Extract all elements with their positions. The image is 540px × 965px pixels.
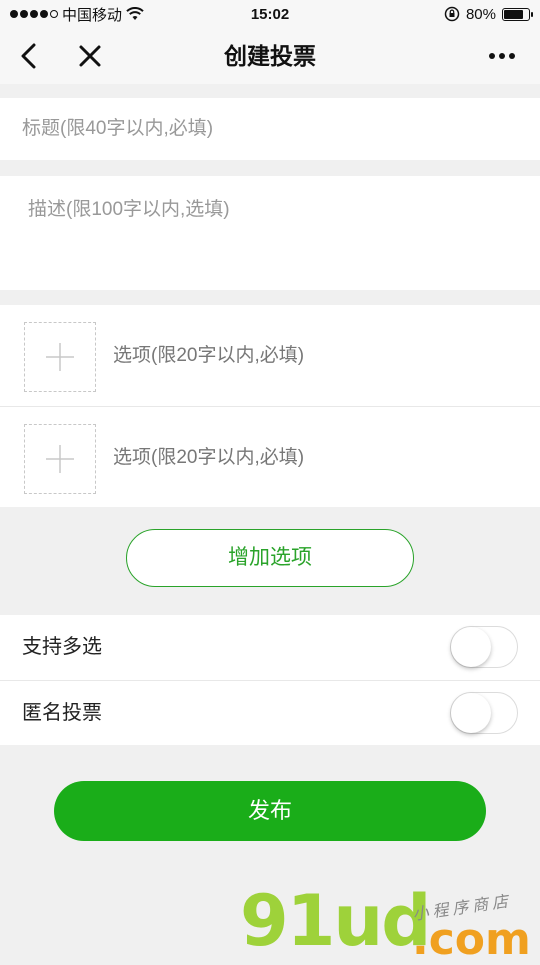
back-button[interactable] [14,41,44,71]
signal-icon [10,10,58,18]
switch-knob [451,627,491,667]
options-list: 选项(限20字以内,必填) 选项(限20字以内,必填) [0,305,540,507]
publish-button[interactable]: 发布 [54,781,486,841]
option-input[interactable]: 选项(限20字以内,必填) [113,305,304,406]
signal-carrier: 中国移动 [10,4,144,25]
carrier-name: 中国移动 [62,6,123,24]
nav-bar: 创建投票 [0,28,540,84]
option-row: 选项(限20字以内,必填) [0,305,540,406]
battery-fill [504,9,524,19]
battery-icon [502,7,533,21]
multi-select-row: 支持多选 [0,615,540,680]
title-placeholder: 标题(限40字以内,必填) [22,118,214,139]
settings-list: 支持多选 匿名投票 [0,615,540,745]
plus-icon [46,445,74,473]
plus-icon [46,343,74,371]
option-row: 选项(限20字以内,必填) [0,406,540,507]
add-option-button[interactable]: 增加选项 [126,529,414,587]
status-bar: 中国移动 15:02 80% [0,0,540,28]
anonymous-row: 匿名投票 [0,680,540,745]
watermark-domain: .com [412,914,531,965]
multi-select-switch[interactable] [450,626,518,668]
add-image-button[interactable] [24,322,96,392]
watermark-logo: 91ud 小程序商店 .com [240,880,540,965]
description-input[interactable]: 描述(限100字以内,选填) [0,176,540,290]
watermark-brand: 91ud [240,880,431,962]
rotation-lock-icon [444,6,460,22]
close-icon [79,45,101,67]
switch-knob [451,693,491,733]
add-image-button[interactable] [24,424,96,494]
more-button[interactable] [484,41,520,71]
option-input[interactable]: 选项(限20字以内,必填) [113,407,304,508]
battery-percent: 80% [465,5,496,23]
title-input[interactable]: 标题(限40字以内,必填) [0,98,540,160]
wifi-icon [126,7,144,20]
anonymous-label: 匿名投票 [22,702,102,724]
multi-select-label: 支持多选 [22,636,102,658]
battery-area: 80% [444,5,533,23]
more-dots-icon [489,53,495,59]
chevron-left-icon [21,43,36,69]
description-placeholder: 描述(限100字以内,选填) [28,199,230,220]
close-button[interactable] [75,41,105,71]
anonymous-switch[interactable] [450,692,518,734]
